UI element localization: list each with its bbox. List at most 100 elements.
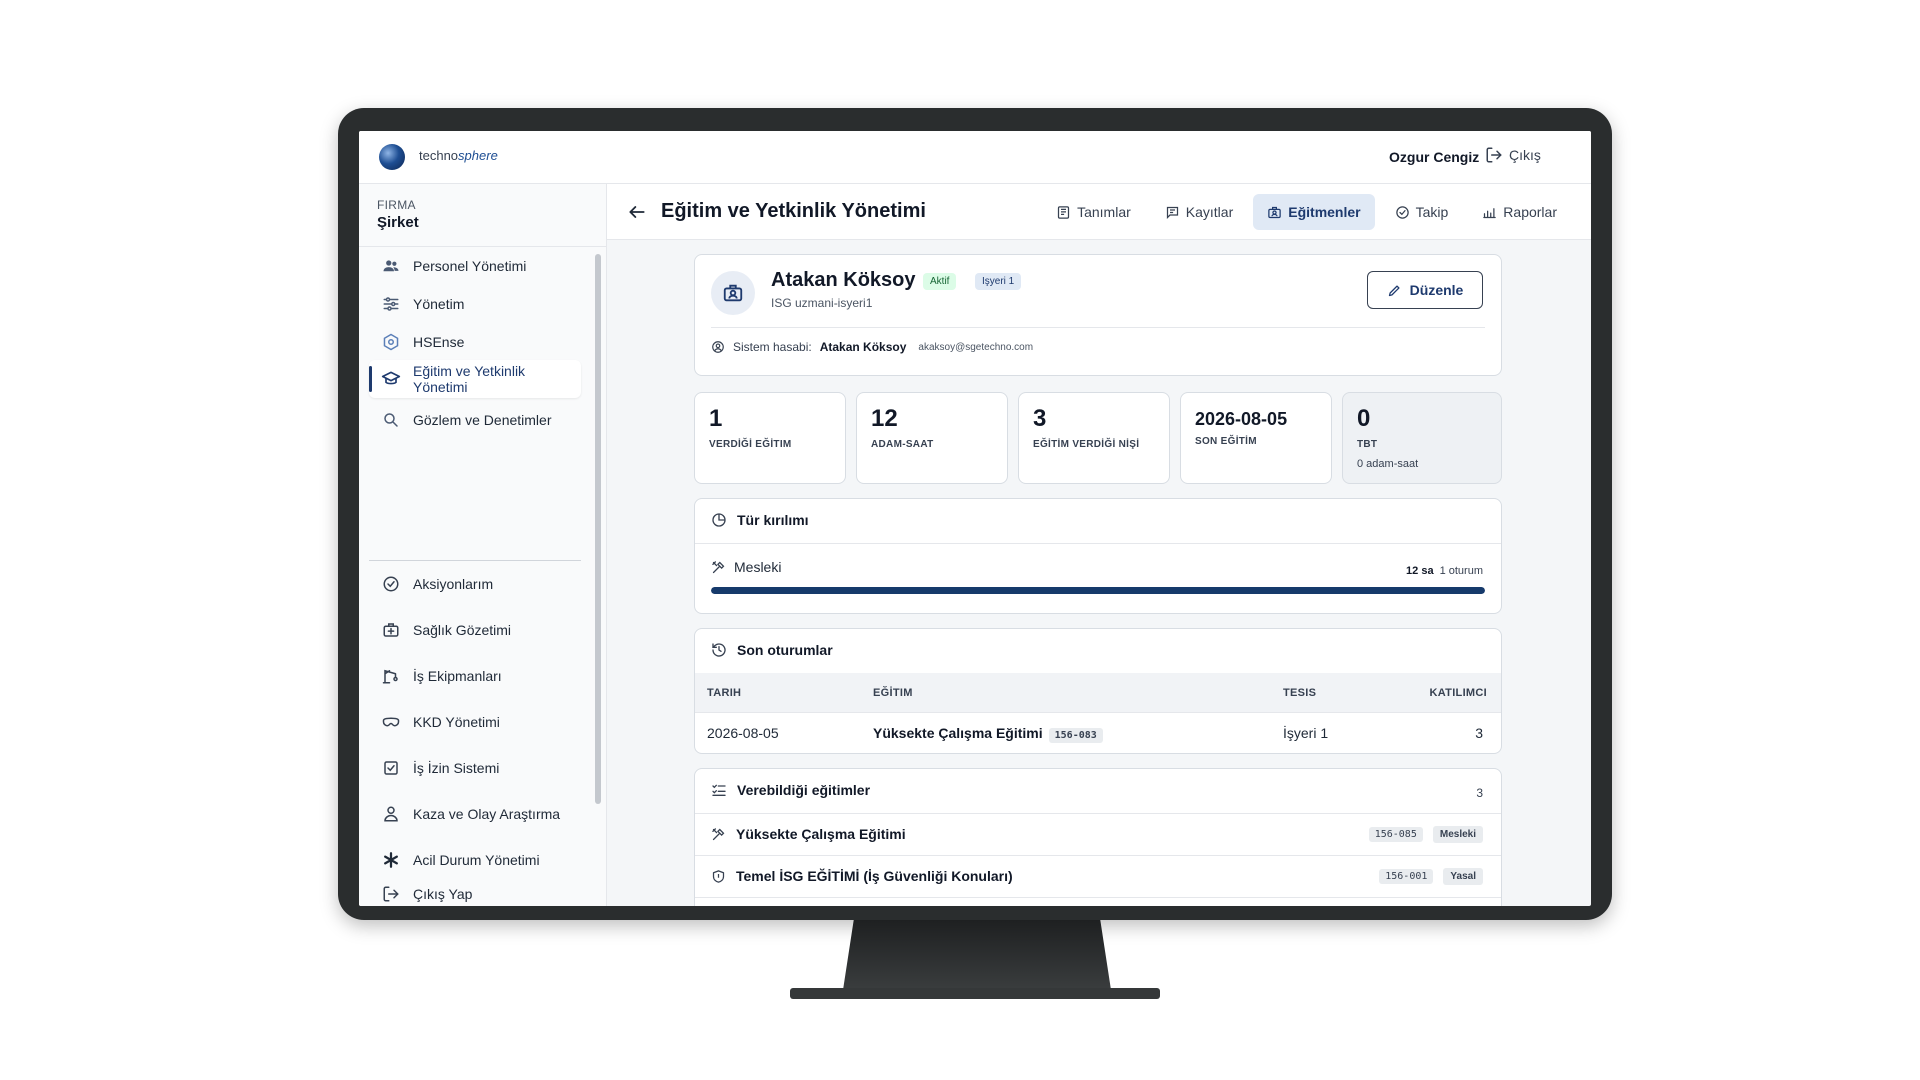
hexagon-icon	[381, 332, 401, 352]
tab-tanimlar[interactable]: Tanımlar	[1042, 194, 1145, 230]
session-training-label: Yüksekte Çalışma Eğitimi	[873, 725, 1043, 741]
sidebar-item-hsense[interactable]: HSEnse	[369, 326, 581, 358]
avatar	[711, 271, 755, 315]
stat-value: 3	[1033, 405, 1047, 432]
stat-value: 0	[1357, 405, 1371, 432]
pie-chart-icon	[712, 513, 726, 527]
sidebar-item-label: Gözlem ve Denetimler	[413, 412, 552, 428]
sidebar-item-yonetim[interactable]: Yönetim	[369, 288, 581, 320]
list-item[interactable]: Yüksekte Çalışma Eğitimi 156-085 Mesleki	[695, 813, 1501, 855]
tab-label: Tanımlar	[1077, 204, 1131, 220]
back-arrow-icon[interactable]	[627, 202, 647, 227]
status-badge: Aktif	[923, 273, 957, 290]
stat-card: 0 TBT 0 adam-saat	[1342, 392, 1502, 484]
stat-card: 12 ADAM-SAAT	[856, 392, 1008, 484]
sessions-header: Son oturumlar	[711, 642, 833, 658]
session-training: Yüksekte Çalışma Eğitimi 156-083	[873, 725, 1103, 743]
sidebar-item-label: KKD Yönetimi	[413, 714, 500, 730]
sessions-title: Son oturumlar	[737, 642, 833, 658]
asterisk-icon	[381, 850, 401, 870]
sidebar-item-label: Sağlık Gözetimi	[413, 622, 512, 638]
sidebar-item-egitim[interactable]: Eğitim ve Yetkinlik Yönetimi	[369, 360, 581, 398]
pencil-icon	[1388, 285, 1400, 296]
logout-button[interactable]: Çıkış	[1485, 146, 1541, 164]
tab-takip[interactable]: Takip	[1381, 194, 1463, 230]
sidebar-item-saglik[interactable]: Sağlık Gözetimi	[369, 614, 581, 646]
firma-block[interactable]: FIRMA Şirket	[377, 198, 419, 231]
sidebar-item-label: HSEnse	[413, 334, 465, 350]
capable-count: 3	[1476, 786, 1483, 800]
list-check-icon	[712, 784, 726, 796]
account-email[interactable]: akaksoy@sgetechno.com	[918, 342, 1033, 353]
check-circle-icon	[381, 574, 401, 594]
firma-label: FIRMA	[377, 198, 416, 212]
stat-value: 12	[871, 405, 898, 432]
tur-row: Mesleki	[711, 559, 1485, 575]
tur-row-label: Mesleki	[734, 559, 782, 575]
sidebar-item-aksiyonlarim[interactable]: Aksiyonlarım	[369, 568, 581, 600]
tab-kayitlar[interactable]: Kayıtlar	[1151, 194, 1247, 230]
list-item[interactable]: Temel İSG EĞİTİMİ (İş Güvenliği Konuları…	[695, 855, 1501, 897]
table-header: TARIH EĞİTIM TESIS KATILIMCI	[695, 673, 1501, 713]
monitor-frame: technosphere Ozgur Cengiz Çıkış FIRMA Şi…	[338, 108, 1612, 920]
sidebar-item-gozlem[interactable]: Gözlem ve Denetimler	[369, 404, 581, 436]
tab-label: Takip	[1415, 204, 1449, 220]
stat-label: ADAM-SAAT	[871, 439, 934, 450]
sidebar-item-personel[interactable]: Personel Yönetimi	[369, 250, 581, 282]
tur-title: Tür kırılımı	[737, 512, 809, 528]
profile-name: Atakan Köksoy	[771, 269, 916, 291]
logo-text[interactable]: technosphere	[419, 148, 498, 163]
site-badge: Işyeri 1	[975, 273, 1022, 290]
check-circle-icon	[1395, 205, 1409, 219]
tab-label: Raporlar	[1503, 204, 1557, 220]
sidebar-item-is-izin[interactable]: İş İzin Sistemi	[369, 752, 581, 784]
edit-label: Düzenle	[1409, 282, 1464, 298]
stat-label: TBT	[1357, 439, 1378, 450]
sidebar-logout-label: Çıkış Yap	[413, 886, 473, 902]
sidebar-item-acil[interactable]: Acil Durum Yönetimi	[369, 844, 581, 876]
column-header[interactable]: TARIH	[707, 687, 741, 699]
sidebar-scrollbar[interactable]	[595, 254, 601, 804]
logout-label: Çıkış	[1509, 147, 1541, 163]
sidebar-item-label: Yönetim	[413, 296, 465, 312]
tab-raporlar[interactable]: Raporlar	[1468, 194, 1571, 230]
stat-card: 2026-08-05 SON EĞİTİM	[1180, 392, 1332, 484]
sidebar-item-kkd[interactable]: KKD Yönetimi	[369, 706, 581, 738]
logo-prefix: techno	[419, 148, 459, 163]
stat-label: VERDİĞİ EĞİTIM	[709, 439, 792, 450]
tur-sessions: 1 oturum	[1439, 565, 1483, 577]
list-item[interactable]	[695, 897, 1501, 906]
table-row[interactable]: 2026-08-05 Yüksekte Çalışma Eğitimi 156-0…	[695, 713, 1501, 753]
sidebar-item-kaza[interactable]: Kaza ve Olay Araştırma	[369, 798, 581, 830]
sidebar-logout-button[interactable]: Çıkış Yap	[369, 884, 581, 904]
edit-button[interactable]: Düzenle	[1367, 271, 1483, 309]
sidebar-item-label: Personel Yönetimi	[413, 258, 527, 274]
list-item-label: Temel İSG EĞİTİMİ (İş Güvenliği Konuları…	[736, 868, 1013, 884]
training-tag: Mesleki	[1432, 826, 1483, 843]
column-header[interactable]: EĞİTIM	[873, 687, 913, 699]
sidebar-item-label: Acil Durum Yönetimi	[413, 852, 540, 868]
training-tag: Yasal	[1443, 868, 1483, 885]
sidebar-item-label: İş İzin Sistemi	[413, 760, 500, 776]
account-row: Sistem hasabi: Atakan Köksoy akaksoy@sge…	[711, 340, 1033, 354]
history-icon	[712, 643, 726, 657]
column-header[interactable]: TESIS	[1283, 687, 1316, 699]
session-date: 2026-08-05	[707, 725, 779, 741]
sidebar-item-label: İş Ekipmanları	[413, 668, 502, 684]
column-header[interactable]: KATILIMCI	[1430, 687, 1488, 699]
sidebar-item-label: Eğitim ve Yetkinlik Yönetimi	[413, 362, 526, 395]
firma-name: Şirket	[377, 214, 419, 231]
user-name[interactable]: Ozgur Cengiz	[1389, 149, 1479, 165]
id-card-icon	[723, 284, 743, 302]
stat-card: 1 VERDİĞİ EĞİTIM	[694, 392, 846, 484]
session-code: 156-083	[1048, 728, 1103, 743]
list-item-left: Yüksekte Çalışma Eğitimi	[711, 826, 906, 842]
screen: technosphere Ozgur Cengiz Çıkış FIRMA Şi…	[359, 131, 1591, 906]
stat-card: 3 EĞİTİM VERDİĞİ NİŞİ	[1018, 392, 1170, 484]
graduation-cap-icon	[381, 369, 401, 389]
list-item-meta: 156-001 Yasal	[1373, 868, 1483, 885]
tur-row-summary: 12 sa 1 oturum	[1406, 565, 1483, 577]
tab-egitmenler[interactable]: Eğitmenler	[1253, 194, 1375, 230]
account-label: Sistem hasabi:	[733, 340, 812, 354]
sidebar-item-ekipman[interactable]: İş Ekipmanları	[369, 660, 581, 692]
